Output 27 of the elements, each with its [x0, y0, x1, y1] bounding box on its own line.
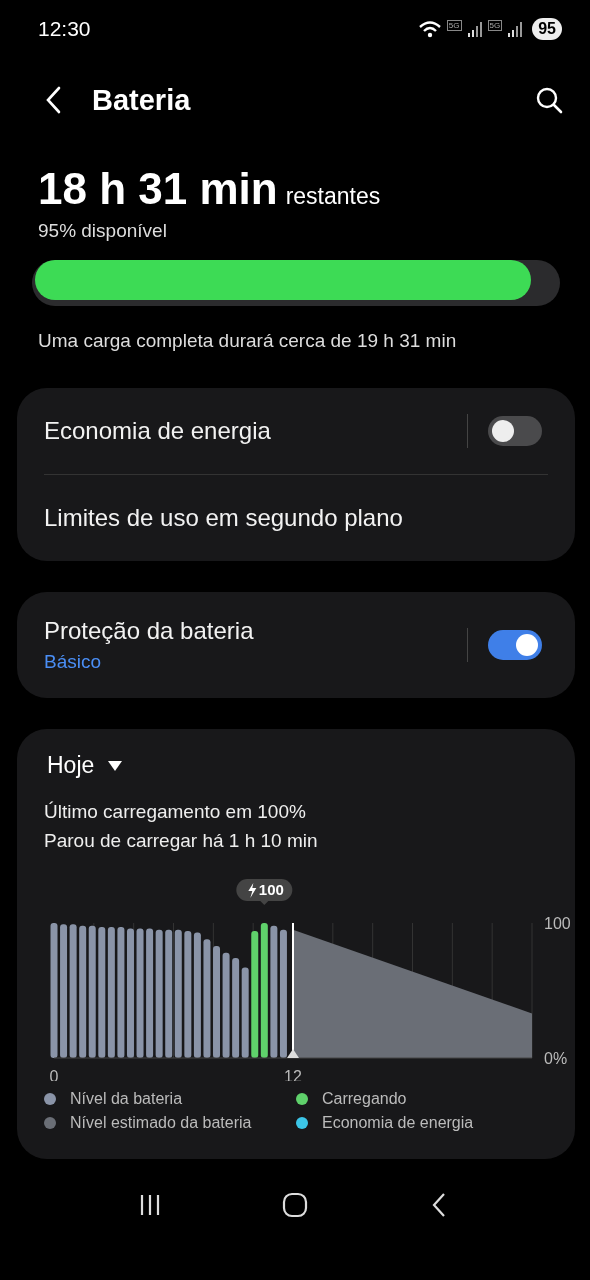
clock-time: 12:30 — [38, 17, 91, 41]
settings-item[interactable]: Limites de uso em segundo plano — [44, 474, 548, 561]
setting-value: Básico — [44, 651, 103, 673]
legend-label: Carregando — [322, 1090, 407, 1108]
charge-info: Último carregamento em 100% — [44, 800, 307, 824]
axis-label: 100 — [544, 915, 571, 932]
charge-tooltip: 100 — [236, 879, 293, 905]
settings-item[interactable]: Economia de energia — [44, 388, 548, 474]
legend-label: Nível da bateria — [70, 1090, 183, 1108]
full-charge-estimate: Uma carga completa durará cerca de 19 h 31 min — [38, 330, 458, 352]
period-dropdown[interactable]: Hoje — [44, 749, 123, 779]
setting-label: Proteção da bateria — [44, 617, 255, 645]
charge-info: Parou de carregar há 1 h 10 min — [44, 829, 319, 853]
legend-label: Economia de energia — [322, 1114, 474, 1132]
legend-label: Nível estimado da bateria — [70, 1114, 252, 1132]
time-remaining: 18 h 31 min — [38, 164, 278, 214]
network-type: 5G — [446, 20, 462, 31]
setting-label: Limites de uso em segundo plano — [44, 504, 404, 532]
annotation: 100 — [258, 881, 284, 898]
settings-item[interactable]: Proteção da bateria Básico — [44, 592, 548, 698]
battery-available: 95% disponível — [38, 220, 168, 242]
remaining-label: restantes — [285, 183, 381, 210]
network-type: 5G — [487, 20, 503, 31]
page-title: Bateria — [92, 83, 192, 117]
axis-label: 0% — [544, 1050, 568, 1067]
setting-label: Economia de energia — [44, 417, 272, 445]
battery-level: 95 — [532, 18, 562, 40]
